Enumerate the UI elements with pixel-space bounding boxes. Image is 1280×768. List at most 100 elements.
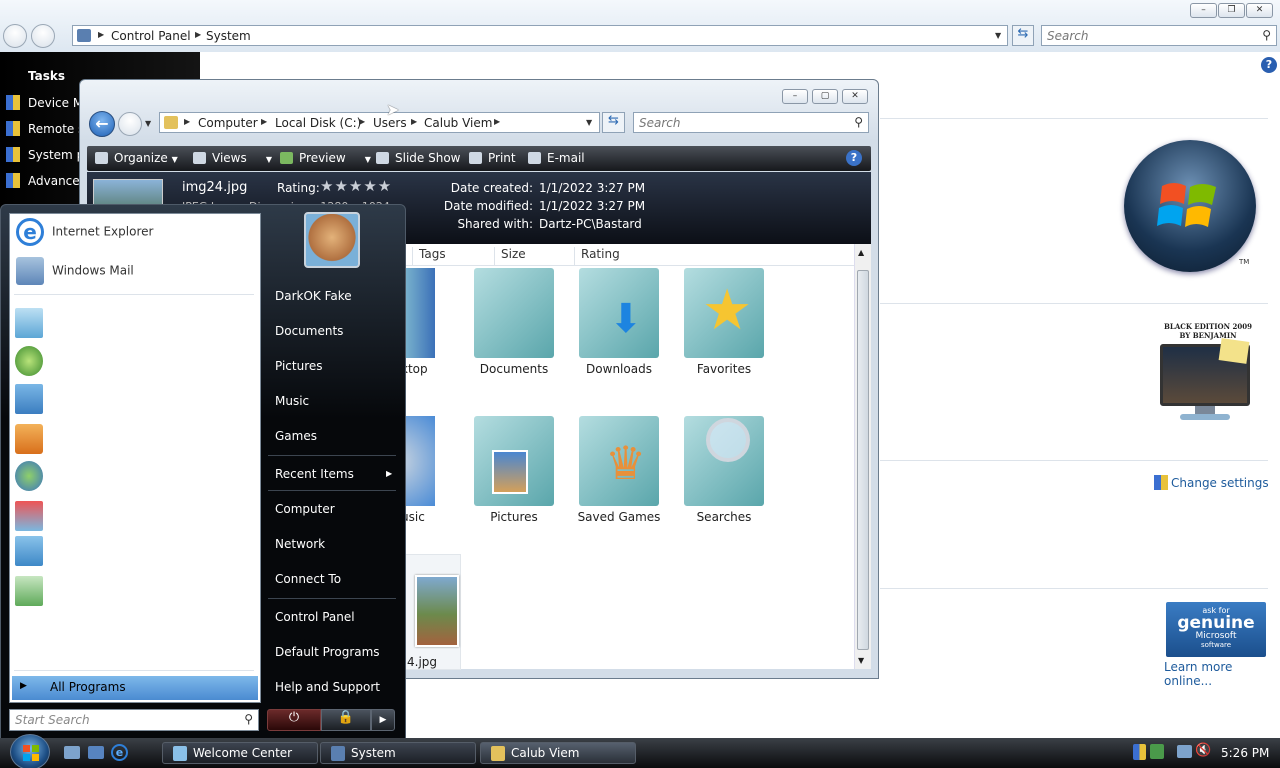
chevron-down-icon[interactable]: ▼	[995, 31, 1001, 40]
start-item-help-support[interactable]: Help and Support	[275, 680, 380, 694]
all-programs-button[interactable]: ▶ All Programs	[12, 676, 258, 700]
shield-icon	[6, 121, 20, 136]
change-settings-link[interactable]: Change settings	[1154, 475, 1269, 490]
start-item-pictures[interactable]: Pictures	[275, 359, 323, 373]
search-input[interactable]: Search ⚲	[633, 112, 869, 133]
start-item-documents[interactable]: Documents	[275, 324, 343, 338]
start-item-recent-items[interactable]: Recent Items	[275, 467, 354, 481]
scroll-up-icon[interactable]: ▲	[858, 248, 864, 257]
minimize-button[interactable]: –	[1190, 3, 1217, 18]
lock-button[interactable]: 🔒	[321, 709, 371, 731]
start-item-network[interactable]: Network	[275, 537, 325, 551]
column-tags[interactable]: Tags	[412, 247, 494, 265]
user-avatar[interactable]	[304, 212, 360, 268]
search-icon[interactable]: ⚲	[854, 115, 863, 129]
media-player-icon[interactable]	[15, 424, 43, 454]
organize-button[interactable]: Organize ▼	[95, 151, 178, 165]
print-button[interactable]: Print	[469, 151, 516, 165]
address-bar[interactable]: ▶ Control Panel ▶ System ▼	[72, 25, 1008, 46]
clock[interactable]: 5:26 PM	[1221, 746, 1269, 760]
search-icon[interactable]: ⚲	[1262, 28, 1271, 42]
calculator-icon[interactable]	[15, 501, 43, 531]
email-button[interactable]: E-mail	[528, 151, 585, 165]
column-rating[interactable]: Rating	[574, 247, 654, 265]
start-item-music[interactable]: Music	[275, 394, 309, 408]
start-item-default-programs[interactable]: Default Programs	[275, 645, 380, 659]
close-button[interactable]: ✕	[1246, 3, 1273, 18]
folder-item[interactable]: ⬇ Downloads	[571, 268, 667, 376]
windows-update-icon[interactable]	[15, 346, 43, 376]
help-icon[interactable]: ?	[1261, 57, 1277, 73]
volume-muted-icon[interactable]: 🔇	[1195, 743, 1211, 758]
restore-button[interactable]: ❐	[1218, 3, 1245, 18]
chevron-down-icon[interactable]: ▼	[145, 119, 151, 128]
selected-file-item[interactable]: 4.jpg	[402, 554, 461, 670]
chevron-right-icon: ▶	[386, 469, 393, 478]
breadcrumb-local-disk[interactable]: Local Disk (C:)	[275, 116, 361, 130]
folder-item[interactable]: ♛ Saved Games	[571, 416, 667, 524]
search-icon[interactable]: ⚲	[244, 712, 253, 726]
folder-item[interactable]: Pictures	[466, 416, 562, 524]
minimize-button[interactable]: –	[782, 89, 808, 104]
folder-item[interactable]: Searches	[676, 416, 772, 524]
users-icon[interactable]	[15, 461, 43, 491]
start-search-input[interactable]: Start Search ⚲	[9, 709, 259, 731]
scroll-down-icon[interactable]: ▼	[858, 656, 864, 665]
rating-stars-icon[interactable]: ★★★★★	[320, 177, 392, 195]
preview-label: Preview	[299, 151, 346, 165]
start-item-user[interactable]: DarkOK Fake	[275, 289, 352, 303]
forward-button[interactable]	[31, 24, 55, 48]
folder-item[interactable]: Documents	[466, 268, 562, 376]
chevron-right-icon: ▶	[20, 681, 27, 691]
task-system[interactable]: System	[320, 742, 476, 764]
back-button[interactable]	[3, 24, 27, 48]
switch-windows-icon[interactable]	[88, 746, 104, 759]
start-button[interactable]	[10, 734, 50, 768]
forward-button[interactable]	[118, 112, 142, 136]
security-shield-icon[interactable]	[1133, 744, 1146, 760]
search-input[interactable]: Search ⚲	[1041, 25, 1277, 46]
network-icon[interactable]	[1177, 745, 1192, 758]
security-center-icon[interactable]	[1150, 744, 1164, 759]
trademark-text: TM	[1239, 258, 1250, 266]
edition-caption: BLACK EDITION 2009 BY BENJAMIN	[1155, 322, 1261, 340]
search-placeholder: Search	[1047, 29, 1089, 43]
start-item-computer[interactable]: Computer	[275, 502, 335, 516]
back-button[interactable]: ←	[89, 111, 115, 137]
shutdown-options-button[interactable]: ▶	[371, 709, 395, 731]
maximize-button[interactable]: ▢	[812, 89, 838, 104]
vertical-scrollbar[interactable]: ▲ ▼	[854, 244, 871, 669]
task-calub-viem[interactable]: Calub Viem	[480, 742, 636, 764]
breadcrumb-calub-viem[interactable]: Calub Viem	[424, 116, 492, 130]
task-welcome-center[interactable]: Welcome Center	[162, 742, 318, 764]
backup-icon[interactable]	[15, 536, 43, 566]
chevron-down-icon[interactable]: ▼	[586, 118, 592, 127]
programs-icon[interactable]	[15, 384, 43, 414]
show-desktop-icon[interactable]	[64, 746, 80, 759]
paint-icon[interactable]	[15, 576, 43, 606]
slideshow-button[interactable]: Slide Show	[376, 151, 460, 165]
folder-item[interactable]: ★ Favorites	[676, 268, 772, 376]
start-item-control-panel[interactable]: Control Panel	[275, 610, 355, 624]
start-item-connect-to[interactable]: Connect To	[275, 572, 341, 586]
refresh-icon[interactable]: ⇆	[602, 112, 625, 133]
scroll-thumb[interactable]	[857, 270, 869, 650]
breadcrumb-control-panel[interactable]: Control Panel	[111, 29, 191, 43]
breadcrumb-system[interactable]: System	[206, 29, 251, 43]
pinned-internet-explorer[interactable]: e Internet Explorer	[16, 218, 153, 246]
column-size[interactable]: Size	[494, 247, 574, 265]
close-button[interactable]: ✕	[842, 89, 868, 104]
internet-explorer-icon[interactable]: e	[111, 744, 128, 761]
power-button[interactable]: ⏻	[267, 709, 321, 731]
learn-more-link[interactable]: Learn more online...	[1164, 660, 1280, 688]
address-bar[interactable]: ▶ Computer ▶ Local Disk (C:) ▶ Users ▶ C…	[159, 112, 600, 133]
start-item-games[interactable]: Games	[275, 429, 317, 443]
refresh-icon[interactable]: ⇆	[1012, 25, 1034, 46]
notepad-icon[interactable]	[15, 308, 43, 338]
help-icon[interactable]: ?	[846, 150, 862, 166]
genuine-badge[interactable]: ask for genuine Microsoft software	[1166, 602, 1266, 657]
views-button[interactable]: Views ▼	[193, 151, 272, 165]
preview-button[interactable]: Preview ▼	[280, 151, 371, 165]
pinned-windows-mail[interactable]: Windows Mail	[16, 257, 134, 285]
breadcrumb-computer[interactable]: Computer	[198, 116, 258, 130]
